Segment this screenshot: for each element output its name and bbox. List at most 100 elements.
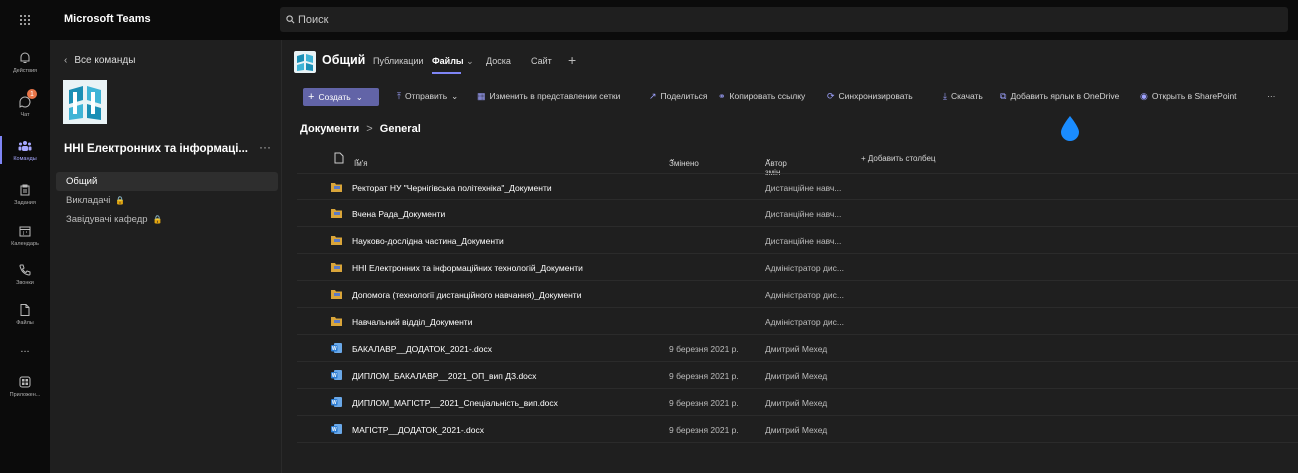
tab-files[interactable]: Файлы ⌄	[432, 56, 474, 67]
sync-button[interactable]: ⟳ Синхронизировать	[827, 91, 913, 102]
rail-files[interactable]: Файлы	[0, 294, 50, 334]
team-logo	[63, 80, 107, 124]
tab-whiteboard[interactable]: Доска	[486, 56, 511, 66]
table-row[interactable]: W БАКАЛАВР__ДОДАТОК_2021-.docx 9 березня 2…	[297, 335, 1298, 362]
upload-label: Отправить	[404, 91, 448, 101]
column-name[interactable]: Ім'я ⌄	[354, 154, 368, 168]
file-name[interactable]: МАГІСТР__ДОДАТОК_2021-.docx	[352, 425, 484, 435]
word-doc-icon: W	[331, 370, 342, 380]
table-row[interactable]: W ДИПЛОМ_БАКАЛАВР__2021_ОП_вип ДЗ.docx 9 б…	[297, 362, 1298, 389]
sync-label: Синхронизировать	[838, 91, 913, 101]
upload-button[interactable]: ⤒ Отправить ⌄	[397, 91, 458, 102]
title-bar: Microsoft Teams Поиск	[0, 0, 1298, 40]
file-name[interactable]: Навчальний відділ_Документи	[352, 317, 472, 327]
table-row[interactable]: Допомога (технології дистанційного навча…	[297, 281, 1298, 308]
add-shortcut-button[interactable]: ⧉ Добавить ярлык в OneDrive	[1000, 91, 1119, 102]
folder-icon	[331, 317, 342, 326]
file-modified: 9 березня 2021 р.	[669, 371, 739, 381]
file-name[interactable]: БАКАЛАВР__ДОДАТОК_2021-.docx	[352, 344, 492, 354]
file-name[interactable]: Науково-дослідна частина_Документи	[352, 236, 504, 246]
channel-heads[interactable]: Завідувачі кафедр 🔒	[56, 210, 278, 229]
plus-icon: +	[308, 91, 315, 103]
rail-more[interactable]: ...	[0, 334, 50, 364]
channel-logo	[294, 51, 316, 73]
grid-icon: ▦	[477, 91, 486, 101]
share-label: Поделиться	[660, 91, 708, 101]
column-author[interactable]: Автор змін ⌄	[765, 154, 787, 177]
team-more-icon[interactable]: ···	[259, 140, 271, 154]
add-column-button[interactable]: + Добавить столбец	[861, 154, 936, 163]
active-tab-indicator	[432, 72, 461, 74]
rail-activity[interactable]: Действия	[0, 40, 50, 84]
word-doc-icon: W	[331, 343, 342, 353]
share-button[interactable]: ↗ Поделиться	[649, 91, 707, 102]
tab-posts[interactable]: Публикации	[373, 56, 423, 66]
breadcrumb-root[interactable]: Документи	[300, 123, 359, 135]
copy-link-button[interactable]: ⚭ Копировать ссылку	[718, 91, 805, 102]
column-modified[interactable]: Змінено ⌄	[669, 154, 699, 168]
rail-apps[interactable]: Приложен...	[0, 364, 50, 408]
table-row[interactable]: Навчальний відділ_Документи Адміністратор…	[297, 308, 1298, 335]
word-doc-icon: W	[331, 397, 342, 407]
search-input[interactable]: Поиск	[280, 7, 1288, 32]
all-teams-link[interactable]: ‹ Все команды	[64, 55, 135, 66]
download-label: Скачать	[950, 91, 983, 101]
calendar-icon	[19, 226, 31, 236]
rail-calls[interactable]: Звонки	[0, 254, 50, 294]
download-button[interactable]: ⤓ Скачать	[943, 91, 983, 102]
file-name[interactable]: ДИПЛОМ_БАКАЛАВР__2021_ОП_вип ДЗ.docx	[352, 371, 536, 381]
table-row[interactable]: Вчена Рада_Документи Дистанційне навч...	[297, 200, 1298, 227]
rail-assignments[interactable]: Задания	[0, 172, 50, 216]
table-row[interactable]: ННІ Електронних та інформаційних техноло…	[297, 254, 1298, 281]
file-icon	[20, 303, 30, 316]
breadcrumb-separator-icon: >	[366, 123, 373, 135]
file-name[interactable]: ННІ Електронних та інформаційних техноло…	[352, 263, 583, 273]
channel-teachers[interactable]: Викладачі 🔒	[56, 191, 278, 210]
table-header: Ім'я ⌄ Змінено ⌄ Автор змін ⌄ + Добавить…	[297, 149, 1298, 177]
app-launcher-icon[interactable]	[0, 0, 50, 40]
table-row[interactable]: W МАГІСТР__ДОДАТОК_2021-.docx 9 березня 20…	[297, 416, 1298, 443]
rail-label: Календарь	[11, 240, 39, 247]
teams-window: Microsoft Teams Поиск Действия 1 Чат Ком…	[0, 0, 1298, 473]
file-author: Дистанційне навч...	[765, 209, 842, 219]
all-teams-label: Все команды	[74, 55, 136, 66]
team-pane: ‹ Все команды ННІ Електронних та інформа…	[50, 40, 282, 473]
file-name[interactable]: Ректорат НУ "Чернігівська політехніка"_Д…	[352, 183, 552, 193]
file-name[interactable]: Допомога (технології дистанційного навча…	[352, 290, 581, 300]
rail-chat[interactable]: 1 Чат	[0, 84, 50, 128]
grid-view-button[interactable]: ▦ Изменить в представлении сетки	[477, 91, 620, 102]
cursor-drop-icon	[1061, 116, 1079, 141]
lock-icon: 🔒	[152, 215, 163, 224]
channel-label: Викладачі	[66, 195, 111, 206]
file-modified: 9 березня 2021 р.	[669, 425, 739, 435]
table-row[interactable]: Науково-дослідна частина_Документи Дистан…	[297, 227, 1298, 254]
bell-icon	[20, 52, 30, 63]
file-author: Дмитрий Мехед	[765, 425, 828, 435]
channel-title: Общий	[322, 53, 366, 67]
open-sharepoint-label: Открыть в SharePoint	[1151, 91, 1237, 101]
open-sharepoint-button[interactable]: ◉ Открыть в SharePoint	[1140, 91, 1237, 102]
team-name[interactable]: ННІ Електронних та інформаці...	[64, 143, 248, 155]
file-author: Дмитрий Мехед	[765, 398, 828, 408]
file-author: Дмитрий Мехед	[765, 344, 828, 354]
rail-label: Файлы	[16, 319, 34, 326]
channel-label: Общий	[66, 176, 98, 187]
command-bar: + Создать ⌄ ⤒ Отправить ⌄ ▦ Изменить в пред…	[293, 88, 1298, 106]
channel-label: Завідувачі кафедр	[66, 214, 148, 225]
rail-teams[interactable]: Команды	[0, 128, 50, 172]
app-title: Microsoft Teams	[64, 13, 151, 25]
file-name[interactable]: ДИПЛОМ_МАГІСТР__2021_Спеціальність_вип.d…	[352, 398, 558, 408]
file-author: Дистанційне навч...	[765, 183, 842, 193]
tab-site[interactable]: Сайт	[531, 56, 552, 66]
create-label: Создать	[318, 92, 351, 102]
chevron-down-icon: ⌄	[451, 91, 459, 101]
rail-calendar[interactable]: Календарь	[0, 216, 50, 254]
add-tab-icon[interactable]: +	[568, 52, 576, 68]
table-row[interactable]: W ДИПЛОМ_МАГІСТР__2021_Спеціальність_вип.…	[297, 389, 1298, 416]
more-commands-icon[interactable]: ···	[1267, 91, 1276, 101]
file-name[interactable]: Вчена Рада_Документи	[352, 209, 445, 219]
channel-general[interactable]: Общий	[56, 172, 278, 191]
svg-text:W: W	[332, 373, 337, 379]
table-row[interactable]: Ректорат НУ "Чернігівська політехніка"_Д…	[297, 173, 1298, 200]
create-button[interactable]: + Создать ⌄	[303, 88, 379, 106]
